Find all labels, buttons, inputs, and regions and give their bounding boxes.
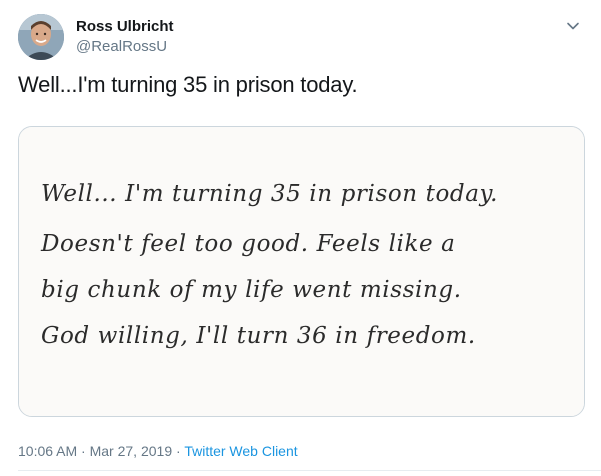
tweet: Ross Ulbricht @RealRossU Well...I'm turn… [0, 0, 601, 476]
note-line-3: big chunk of my life went missing. [41, 277, 462, 303]
note-line-4: God willing, I'll turn 36 in freedom. [41, 323, 476, 349]
tweet-header: Ross Ulbricht @RealRossU [18, 14, 583, 62]
meta-separator-2: · [176, 443, 181, 459]
avatar[interactable] [18, 14, 64, 60]
tweet-date[interactable]: Mar 27, 2019 [90, 443, 173, 459]
tweet-text: Well...I'm turning 35 in prison today. [18, 72, 358, 97]
tweet-meta: 10:06 AM · Mar 27, 2019 · Twitter Web Cl… [18, 443, 298, 459]
note-line-2: Doesn't feel too good. Feels like a [40, 231, 455, 257]
divider [18, 470, 601, 471]
tweet-time[interactable]: 10:06 AM [18, 443, 77, 459]
meta-separator: · [81, 443, 86, 459]
user-handle[interactable]: @RealRossU [76, 38, 167, 55]
tweet-client[interactable]: Twitter Web Client [184, 443, 297, 459]
tweet-image[interactable]: Well... I'm turning 35 in prison today. … [18, 126, 585, 417]
handwritten-note: Well... I'm turning 35 in prison today. … [19, 127, 584, 416]
avatar-image [18, 14, 64, 60]
note-line-1: Well... I'm turning 35 in prison today. [41, 181, 498, 207]
user-name[interactable]: Ross Ulbricht [76, 18, 174, 35]
chevron-down-icon[interactable] [563, 16, 583, 36]
